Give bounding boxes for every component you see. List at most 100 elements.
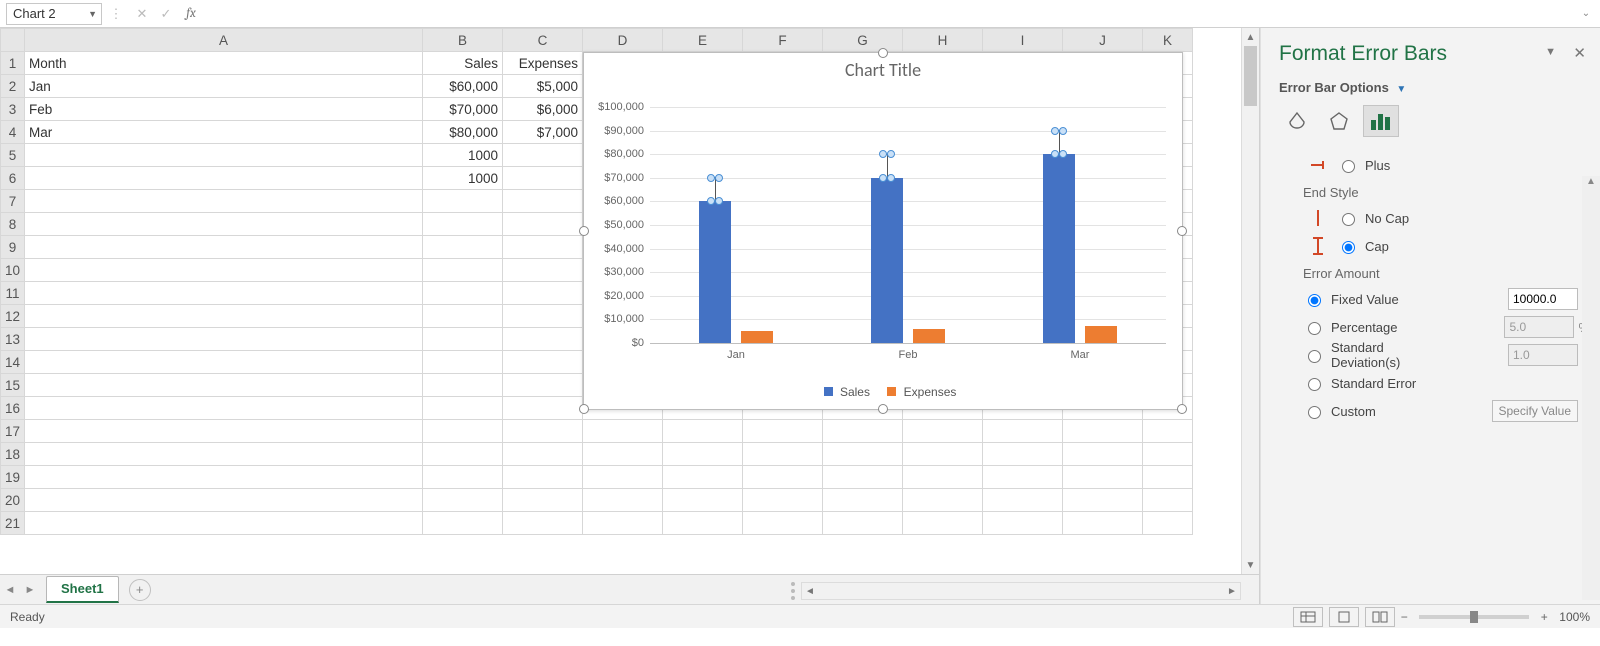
cell-A15[interactable] [25, 374, 423, 397]
cell-G19[interactable] [823, 466, 903, 489]
zoom-thumb[interactable] [1470, 611, 1478, 623]
selection-handle[interactable] [707, 174, 715, 182]
direction-plus-radio[interactable] [1342, 160, 1355, 173]
cell-A4[interactable]: Mar [25, 121, 423, 144]
column-header[interactable]: J [1063, 29, 1143, 52]
cell-C19[interactable] [503, 466, 583, 489]
tab-nav-next-icon[interactable]: ► [20, 584, 40, 596]
expand-formula-bar-icon[interactable]: ⌄ [1576, 8, 1596, 19]
cell-A9[interactable] [25, 236, 423, 259]
cell-A12[interactable] [25, 305, 423, 328]
cell-A21[interactable] [25, 512, 423, 535]
scroll-left-icon[interactable]: ◄ [802, 586, 818, 597]
row-header[interactable]: 5 [1, 144, 25, 167]
cell-K18[interactable] [1143, 443, 1193, 466]
row-header[interactable]: 7 [1, 190, 25, 213]
error-amount-radio[interactable] [1308, 378, 1321, 391]
nocap-radio[interactable] [1342, 213, 1355, 226]
cell-A6[interactable] [25, 167, 423, 190]
cell-A3[interactable]: Feb [25, 98, 423, 121]
formula-input[interactable] [204, 3, 1576, 25]
column-header[interactable]: C [503, 29, 583, 52]
row-header[interactable]: 11 [1, 282, 25, 305]
cell-B6[interactable]: 1000 [423, 167, 503, 190]
column-header[interactable]: H [903, 29, 983, 52]
cell-A1[interactable]: Month [25, 52, 423, 75]
selection-handle[interactable] [1051, 127, 1059, 135]
embedded-chart[interactable]: Chart Title $0$10,000$20,000$30,000$40,0… [583, 52, 1183, 410]
cell-B7[interactable] [423, 190, 503, 213]
cell-E20[interactable] [663, 489, 743, 512]
row-header[interactable]: 10 [1, 259, 25, 282]
cell-J18[interactable] [1063, 443, 1143, 466]
zoom-out-button[interactable]: − [1395, 610, 1413, 624]
row-header[interactable]: 18 [1, 443, 25, 466]
cell-G17[interactable] [823, 420, 903, 443]
cell-H18[interactable] [903, 443, 983, 466]
accept-formula-icon[interactable]: ✓ [154, 6, 178, 22]
sheet-tab[interactable]: Sheet1 [46, 576, 119, 603]
cell-B9[interactable] [423, 236, 503, 259]
cell-J19[interactable] [1063, 466, 1143, 489]
selection-handle[interactable] [879, 174, 887, 182]
row-header[interactable]: 15 [1, 374, 25, 397]
cell-H17[interactable] [903, 420, 983, 443]
cell-B3[interactable]: $70,000 [423, 98, 503, 121]
view-page-break-icon[interactable] [1365, 607, 1395, 627]
bar-sales[interactable] [699, 201, 731, 343]
cell-D17[interactable] [583, 420, 663, 443]
cell-C6[interactable] [503, 167, 583, 190]
scroll-up-icon[interactable]: ▲ [1242, 28, 1259, 46]
cell-A11[interactable] [25, 282, 423, 305]
row-header[interactable]: 8 [1, 213, 25, 236]
cell-C8[interactable] [503, 213, 583, 236]
tab-split-handle[interactable] [791, 582, 799, 600]
cell-A5[interactable] [25, 144, 423, 167]
tab-nav-prev-icon[interactable]: ◄ [0, 584, 20, 596]
cell-B21[interactable] [423, 512, 503, 535]
cell-A7[interactable] [25, 190, 423, 213]
bar-options-tab-icon[interactable] [1363, 105, 1399, 137]
cell-B18[interactable] [423, 443, 503, 466]
cell-I17[interactable] [983, 420, 1063, 443]
column-header[interactable]: G [823, 29, 903, 52]
cell-A10[interactable] [25, 259, 423, 282]
cell-A14[interactable] [25, 351, 423, 374]
cell-E19[interactable] [663, 466, 743, 489]
cell-F20[interactable] [743, 489, 823, 512]
selection-handle[interactable] [1059, 127, 1067, 135]
column-header[interactable]: E [663, 29, 743, 52]
vertical-scrollbar[interactable]: ▲ ▼ [1241, 28, 1259, 574]
cell-A17[interactable] [25, 420, 423, 443]
cell-B11[interactable] [423, 282, 503, 305]
effects-tab-icon[interactable] [1321, 105, 1357, 137]
cell-K20[interactable] [1143, 489, 1193, 512]
view-page-layout-icon[interactable] [1329, 607, 1359, 627]
selection-handle[interactable] [879, 150, 887, 158]
row-header[interactable]: 20 [1, 489, 25, 512]
cell-A8[interactable] [25, 213, 423, 236]
cell-G18[interactable] [823, 443, 903, 466]
row-header[interactable]: 19 [1, 466, 25, 489]
error-amount-radio[interactable] [1308, 294, 1321, 307]
cell-C7[interactable] [503, 190, 583, 213]
cell-F21[interactable] [743, 512, 823, 535]
cell-C5[interactable] [503, 144, 583, 167]
bar-sales[interactable] [871, 178, 903, 343]
row-header[interactable]: 21 [1, 512, 25, 535]
select-all-corner[interactable] [1, 29, 25, 52]
selection-handle[interactable] [715, 174, 723, 182]
cell-C17[interactable] [503, 420, 583, 443]
cell-F18[interactable] [743, 443, 823, 466]
cell-C16[interactable] [503, 397, 583, 420]
column-header[interactable]: B [423, 29, 503, 52]
column-header[interactable]: I [983, 29, 1063, 52]
cell-A20[interactable] [25, 489, 423, 512]
cell-C18[interactable] [503, 443, 583, 466]
bar-sales[interactable] [1043, 154, 1075, 343]
cell-A19[interactable] [25, 466, 423, 489]
chart-legend[interactable]: Sales Expenses [584, 385, 1182, 399]
bar-expenses[interactable] [1085, 326, 1117, 343]
error-amount-radio[interactable] [1308, 322, 1321, 335]
cell-H21[interactable] [903, 512, 983, 535]
